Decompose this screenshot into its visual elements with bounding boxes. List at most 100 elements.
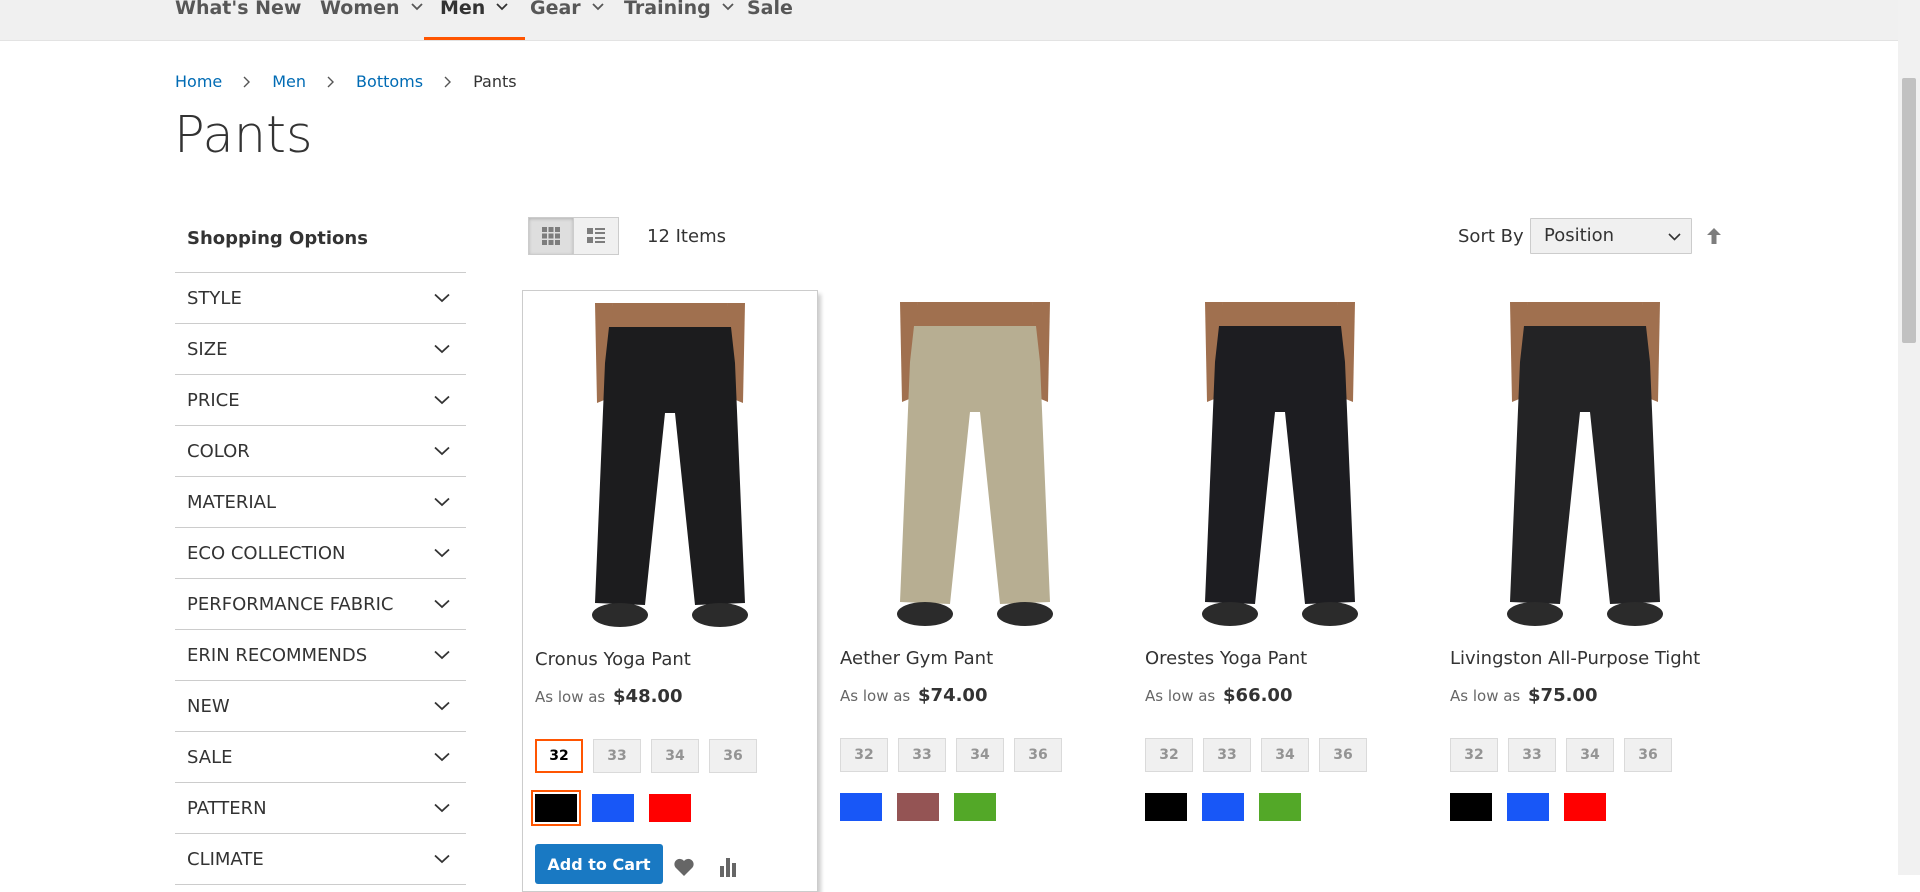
product-name[interactable]: Cronus Yoga Pant: [535, 649, 691, 670]
color-swatch[interactable]: [649, 794, 691, 822]
product-card[interactable]: Aether Gym Pant As low as $74.00 32 33 34 36: [828, 290, 1122, 890]
color-swatch[interactable]: [840, 793, 882, 821]
filter-climate[interactable]: CLIMATE: [175, 834, 466, 885]
size-option[interactable]: 32: [534, 738, 584, 774]
color-swatch[interactable]: [531, 790, 581, 826]
filter-pattern[interactable]: PATTERN: [175, 783, 466, 834]
color-swatch[interactable]: [1507, 793, 1549, 821]
add-to-cart-button[interactable]: Add to Cart: [535, 844, 663, 884]
list-icon: [587, 228, 605, 243]
size-option[interactable]: 32: [1145, 738, 1193, 772]
color-swatch[interactable]: [1564, 793, 1606, 821]
filter-new[interactable]: NEW: [175, 681, 466, 732]
size-option[interactable]: 33: [1203, 738, 1251, 772]
size-option[interactable]: 33: [593, 739, 641, 773]
color-options: [531, 790, 706, 826]
nav-item-men[interactable]: Men: [424, 0, 526, 40]
product-name[interactable]: Livingston All-Purpose Tight: [1450, 648, 1700, 669]
price-prefix: As low as: [840, 687, 911, 705]
size-option[interactable]: 32: [840, 738, 888, 772]
size-option[interactable]: 33: [898, 738, 946, 772]
size-option[interactable]: 36: [1319, 738, 1367, 772]
color-swatch[interactable]: [1202, 793, 1244, 821]
breadcrumb-men[interactable]: Men: [272, 72, 306, 91]
filter-size[interactable]: SIZE: [175, 324, 466, 375]
nav-label: Training: [624, 0, 711, 19]
product-card[interactable]: Cronus Yoga Pant As low as $48.00 32 33 34 36…: [522, 290, 818, 892]
size-option[interactable]: 34: [651, 739, 699, 773]
color-options: [1450, 793, 1621, 821]
price-value: $48.00: [613, 686, 683, 707]
chevron-down-icon: [410, 3, 423, 11]
sort-direction-arrow-icon[interactable]: [1706, 227, 1722, 245]
filter-sale[interactable]: SALE: [175, 732, 466, 783]
chevron-down-icon: [434, 344, 450, 354]
compare-icon[interactable]: [718, 855, 738, 877]
product-image[interactable]: [1450, 302, 1720, 635]
product-photo: [840, 302, 1110, 635]
color-swatch[interactable]: [1259, 793, 1301, 821]
nav-item-sale[interactable]: Sale: [747, 0, 793, 40]
product-image[interactable]: [535, 303, 805, 636]
scrollbar[interactable]: [1898, 0, 1920, 875]
filter-material[interactable]: MATERIAL: [175, 477, 466, 528]
grid-view-button[interactable]: [528, 217, 574, 255]
color-swatch[interactable]: [1145, 793, 1187, 821]
list-view-button[interactable]: [574, 217, 619, 255]
color-swatch[interactable]: [592, 794, 634, 822]
product-name[interactable]: Aether Gym Pant: [840, 648, 993, 669]
breadcrumb-home[interactable]: Home: [175, 72, 222, 91]
filter-color[interactable]: COLOR: [175, 426, 466, 477]
breadcrumb-bottoms[interactable]: Bottoms: [356, 72, 423, 91]
filter-label: PRICE: [187, 389, 240, 411]
grid-icon: [542, 227, 560, 245]
nav-label: Gear: [530, 0, 581, 19]
price-value: $75.00: [1528, 685, 1598, 706]
chevron-down-icon: [434, 446, 450, 456]
nav-item-gear[interactable]: Gear: [530, 0, 605, 40]
size-option[interactable]: 36: [1014, 738, 1062, 772]
filter-eco-collection[interactable]: ECO COLLECTION: [175, 528, 466, 579]
color-swatch[interactable]: [954, 793, 996, 821]
color-swatch[interactable]: [897, 793, 939, 821]
product-name[interactable]: Orestes Yoga Pant: [1145, 648, 1307, 669]
nav-item-training[interactable]: Training: [624, 0, 735, 40]
size-option[interactable]: 36: [1624, 738, 1672, 772]
product-card[interactable]: Orestes Yoga Pant As low as $66.00 32 33 34 3…: [1133, 290, 1427, 890]
size-option[interactable]: 34: [1566, 738, 1614, 772]
size-option[interactable]: 36: [709, 739, 757, 773]
scrollbar-thumb[interactable]: [1902, 78, 1916, 343]
size-option[interactable]: 32: [1450, 738, 1498, 772]
filter-price[interactable]: PRICE: [175, 375, 466, 426]
nav-label: What's New: [175, 0, 302, 19]
chevron-down-icon: [434, 803, 450, 813]
size-option[interactable]: 33: [1508, 738, 1556, 772]
size-options: 32 33 34 36: [840, 738, 1072, 772]
filter-erin-recommends[interactable]: ERIN RECOMMENDS: [175, 630, 466, 681]
heart-icon[interactable]: [673, 857, 695, 877]
filter-label: COLOR: [187, 440, 250, 462]
filter-sidebar: Shopping Options STYLE SIZE PRICE COLOR MATE…: [175, 220, 466, 885]
size-option[interactable]: 34: [1261, 738, 1309, 772]
filter-style[interactable]: STYLE: [175, 273, 466, 324]
filter-label: PERFORMANCE FABRIC: [187, 593, 394, 615]
chevron-down-icon: [496, 3, 508, 11]
filter-performance-fabric[interactable]: PERFORMANCE FABRIC: [175, 579, 466, 630]
size-option[interactable]: 34: [956, 738, 1004, 772]
color-swatch[interactable]: [1450, 793, 1492, 821]
product-image[interactable]: [840, 302, 1110, 635]
page-title: Pants: [174, 106, 313, 165]
product-card[interactable]: Livingston All-Purpose Tight As low as $7…: [1438, 290, 1732, 890]
filter-label: NEW: [187, 695, 230, 717]
price-value: $66.00: [1223, 685, 1293, 706]
product-photo: [1145, 302, 1415, 635]
nav-item-women[interactable]: Women: [320, 0, 424, 40]
product-image[interactable]: [1145, 302, 1415, 635]
sort-by-label: Sort By: [1458, 226, 1524, 247]
sort-by-select[interactable]: Position: [1530, 218, 1692, 254]
nav-item-whats-new[interactable]: What's New: [175, 0, 301, 40]
top-navigation: What's New Women Men Gear Training Sale: [0, 0, 1898, 41]
nav-label: Men: [440, 0, 486, 19]
view-mode-switcher: [528, 217, 619, 255]
chevron-down-icon: [434, 701, 450, 711]
